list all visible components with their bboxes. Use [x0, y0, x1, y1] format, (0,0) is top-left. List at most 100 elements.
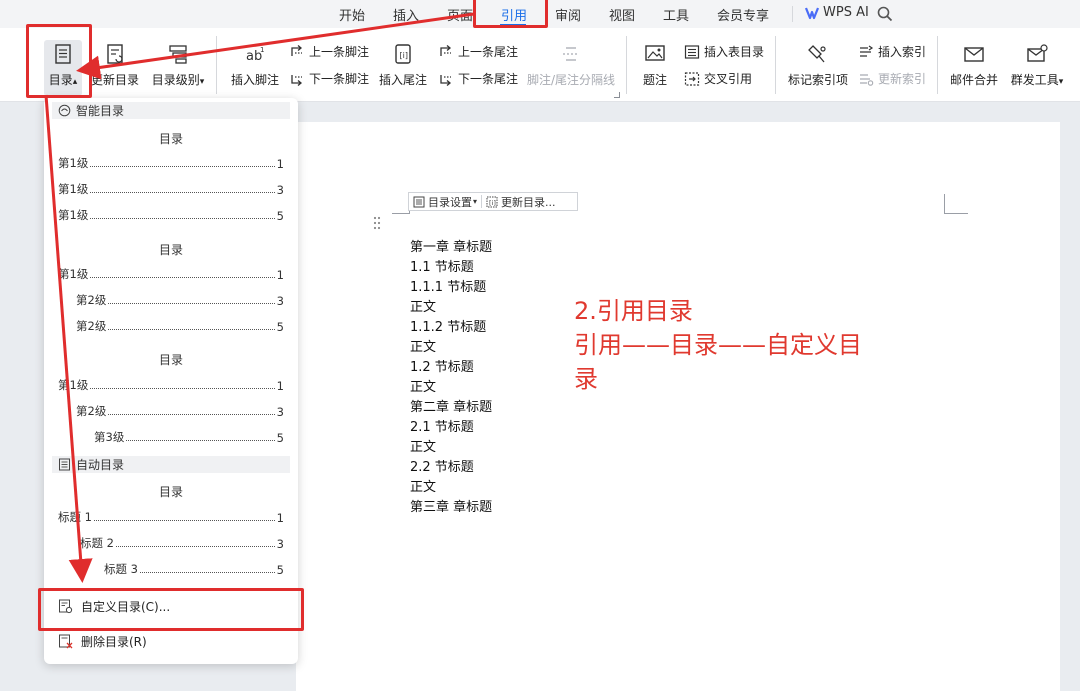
smart-toc-icon [58, 104, 71, 117]
next-footnote-icon [289, 71, 305, 87]
insert-table-toc-button[interactable]: 插入表目录 [684, 43, 764, 60]
annotation-path-end: 录 [574, 365, 598, 393]
highlight-references-tab [473, 0, 548, 28]
svg-text:1: 1 [260, 46, 264, 54]
insert-endnote-label: 插入尾注 [378, 73, 427, 87]
delete-toc-menu-item[interactable]: 删除目录(R) [58, 633, 147, 650]
caption-button[interactable]: 题注 [640, 43, 670, 88]
next-endnote-label: 下一条尾注 [458, 72, 519, 86]
delete-toc-icon [58, 634, 73, 649]
tab-divider [792, 6, 793, 22]
annotation-path: 引用——目录——自定义目 [574, 331, 862, 359]
prev-footnote-icon [289, 44, 305, 60]
heading-subsection: 1.1.2 节标题 [410, 320, 487, 335]
toc-preview-row: 第1级 1 [58, 267, 284, 282]
tab-insert[interactable]: 插入 [393, 5, 419, 24]
drag-handle-icon[interactable] [372, 216, 382, 230]
insert-footnote-button[interactable]: ab 1 插入脚注 [230, 43, 280, 88]
chevron-down-icon: ▾ [1058, 77, 1064, 87]
prev-endnote-label: 上一条尾注 [458, 45, 519, 59]
body-text: 正文 [410, 440, 437, 455]
insert-endnote-button[interactable]: [i] 插入尾注 [378, 43, 428, 88]
tab-tools[interactable]: 工具 [663, 5, 689, 24]
toc-level-icon [167, 43, 189, 65]
wps-ai-logo-icon [804, 6, 820, 20]
preset-toc-title: 目录 [158, 485, 183, 499]
tab-member[interactable]: 会员专享 [717, 5, 769, 24]
insert-index-button[interactable]: 插入索引 [858, 43, 926, 60]
note-separator-label: 脚注/尾注分隔线 [527, 73, 616, 87]
insert-index-icon [858, 44, 874, 60]
body-text: 正文 [410, 340, 437, 355]
next-footnote-button[interactable]: 下一条脚注 [289, 70, 369, 87]
body-text: 正文 [410, 380, 437, 395]
toc-preview-row: 第2级 3 [76, 293, 284, 308]
toc-preview-row: 第1级 3 [58, 182, 284, 197]
table-toc-icon [684, 44, 700, 60]
prev-footnote-label: 上一条脚注 [309, 45, 370, 59]
mail-merge-label: 邮件合并 [950, 73, 999, 87]
toc-preview-row: 标题 11 [58, 510, 284, 525]
toc-dropdown-menu: 智能目录 目录 第1级 1 第1级 3 第1级 5 目录 第1级 1 第2级 3 第2级 5… [44, 98, 298, 664]
tab-review[interactable]: 审阅 [555, 5, 581, 24]
heading-chapter-1: 第一章 章标题 [410, 240, 493, 255]
highlight-custom-toc [38, 588, 304, 631]
cross-reference-button[interactable]: 交叉引用 [684, 70, 752, 87]
next-endnote-button[interactable]: 下一条尾注 [438, 70, 518, 87]
toc-preview-row: 第2级 5 [76, 319, 284, 334]
svg-text:[i]: [i] [400, 51, 408, 60]
toc-update-label: 更新目录... [501, 195, 556, 209]
mark-index-icon [806, 43, 828, 65]
chevron-down-icon: ▾ [199, 77, 205, 87]
update-toc-button[interactable]: 更新目录 [90, 43, 140, 88]
heading-subsection: 1.1.1 节标题 [410, 280, 487, 295]
preset-toc-title: 目录 [158, 243, 183, 257]
annotation-step-title: 2.引用目录 [574, 297, 693, 325]
tab-view[interactable]: 视图 [609, 5, 635, 24]
toc-settings-icon [413, 196, 425, 208]
toc-preview-row: 第2级 3 [76, 404, 284, 419]
highlight-toc-button [26, 24, 92, 98]
heading-section: 2.1 节标题 [410, 420, 474, 435]
update-index-button[interactable]: 更新索引 [858, 70, 926, 87]
heading-chapter-2: 第二章 章标题 [410, 400, 493, 415]
delete-toc-label: 删除目录(R) [81, 635, 147, 649]
tab-wps-ai[interactable]: WPS AI [823, 5, 869, 20]
cross-reference-icon [684, 71, 700, 87]
search-icon[interactable] [876, 5, 894, 23]
ribbon-divider [937, 36, 938, 94]
caption-image-icon [644, 43, 666, 65]
toc-settings-button[interactable]: 目录设置 ▾ [409, 194, 481, 210]
chevron-down-icon: ▾ [473, 197, 478, 206]
update-index-icon [858, 71, 874, 87]
preset-toc-title: 目录 [158, 132, 183, 146]
mark-index-button[interactable]: 标记索引项 [788, 43, 848, 88]
body-text: 正文 [410, 300, 437, 315]
insert-table-toc-label: 插入表目录 [704, 45, 765, 59]
endnote-icon: [i] [392, 43, 414, 65]
note-separator-button[interactable]: 脚注/尾注分隔线 [527, 43, 615, 88]
prev-endnote-button[interactable]: 上一条尾注 [438, 43, 518, 60]
heading-section: 1.1 节标题 [410, 260, 474, 275]
ribbon-divider [216, 36, 217, 94]
smart-toc-section-label: 智能目录 [76, 104, 125, 118]
mail-merge-button[interactable]: 邮件合并 [950, 43, 998, 88]
toc-level-label: 目录级别 [151, 73, 200, 87]
cross-reference-label: 交叉引用 [704, 72, 753, 86]
bulk-tools-label: 群发工具 [1010, 73, 1059, 87]
prev-footnote-button[interactable]: 上一条脚注 [289, 43, 369, 60]
dialog-launcher-icon[interactable] [614, 92, 620, 98]
toc-level-button[interactable]: 目录级别▾ [149, 43, 207, 88]
toc-preview-row: 第1级 1 [58, 378, 284, 393]
preset-toc-title: 目录 [158, 353, 183, 367]
auto-toc-icon [58, 458, 71, 471]
tab-page[interactable]: 页面 [447, 5, 473, 24]
body-text: 正文 [410, 480, 437, 495]
bulk-tools-button[interactable]: 群发工具▾ [1008, 43, 1066, 88]
tab-start[interactable]: 开始 [339, 5, 365, 24]
toc-update-button[interactable]: [i] 更新目录... [482, 194, 560, 210]
bulk-mail-icon [1026, 43, 1048, 65]
next-footnote-label: 下一条脚注 [309, 72, 370, 86]
update-index-label: 更新索引 [878, 72, 927, 86]
smart-toc-section: 智能目录 [52, 102, 290, 119]
